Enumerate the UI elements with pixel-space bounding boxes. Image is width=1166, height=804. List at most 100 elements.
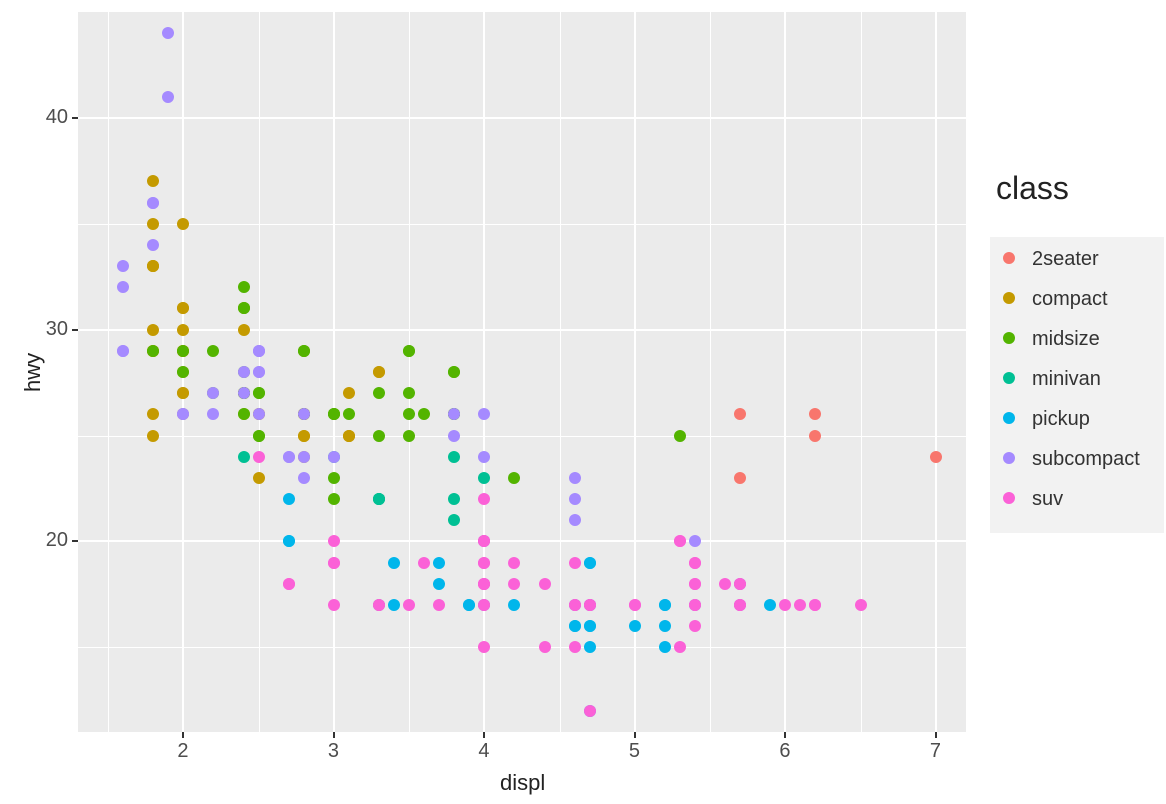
- data-point: [238, 451, 250, 463]
- data-point: [539, 578, 551, 590]
- data-point: [403, 599, 415, 611]
- data-point: [478, 451, 490, 463]
- data-point: [809, 408, 821, 420]
- x-tick-label: 6: [779, 740, 790, 763]
- grid-major-v: [784, 12, 786, 732]
- data-point: [328, 472, 340, 484]
- data-point: [147, 430, 159, 442]
- data-point: [207, 387, 219, 399]
- x-tick: [634, 732, 636, 738]
- data-point: [238, 366, 250, 378]
- data-point: [162, 91, 174, 103]
- data-point: [283, 535, 295, 547]
- data-point: [162, 27, 174, 39]
- data-point: [253, 451, 265, 463]
- data-point: [674, 641, 686, 653]
- data-point: [147, 324, 159, 336]
- data-point: [177, 324, 189, 336]
- legend-label: pickup: [1032, 408, 1090, 431]
- data-point: [418, 557, 430, 569]
- data-point: [629, 620, 641, 632]
- y-tick-label: 20: [46, 529, 68, 552]
- data-point: [584, 620, 596, 632]
- data-point: [177, 218, 189, 230]
- data-point: [779, 599, 791, 611]
- data-point: [794, 599, 806, 611]
- data-point: [403, 408, 415, 420]
- data-point: [328, 535, 340, 547]
- x-tick-label: 4: [478, 740, 489, 763]
- legend-key: [996, 365, 1022, 391]
- data-point: [373, 599, 385, 611]
- legend-key: [996, 285, 1022, 311]
- data-point: [147, 345, 159, 357]
- data-point: [569, 472, 581, 484]
- data-point: [569, 620, 581, 632]
- data-point: [403, 430, 415, 442]
- data-point: [328, 451, 340, 463]
- data-point: [373, 493, 385, 505]
- x-axis-label: displ: [500, 770, 545, 796]
- data-point: [373, 366, 385, 378]
- data-point: [584, 599, 596, 611]
- grid-minor-h: [78, 647, 966, 648]
- data-point: [809, 599, 821, 611]
- data-point: [117, 260, 129, 272]
- data-point: [539, 641, 551, 653]
- data-point: [253, 472, 265, 484]
- data-point: [734, 578, 746, 590]
- legend-key: [996, 485, 1022, 511]
- data-point: [403, 387, 415, 399]
- data-point: [809, 430, 821, 442]
- data-point: [343, 408, 355, 420]
- data-point: [508, 472, 520, 484]
- data-point: [734, 599, 746, 611]
- data-point: [298, 451, 310, 463]
- data-point: [569, 514, 581, 526]
- data-point: [253, 408, 265, 420]
- data-point: [403, 345, 415, 357]
- data-point: [328, 557, 340, 569]
- data-point: [689, 535, 701, 547]
- data-point: [373, 430, 385, 442]
- data-point: [689, 578, 701, 590]
- data-point: [689, 557, 701, 569]
- data-point: [433, 557, 445, 569]
- data-point: [388, 557, 400, 569]
- data-point: [478, 557, 490, 569]
- legend-label: midsize: [1032, 328, 1100, 351]
- data-point: [674, 535, 686, 547]
- data-point: [569, 599, 581, 611]
- data-point: [433, 599, 445, 611]
- data-point: [253, 345, 265, 357]
- data-point: [508, 578, 520, 590]
- data-point: [298, 408, 310, 420]
- data-point: [207, 345, 219, 357]
- grid-major-v: [935, 12, 937, 732]
- grid-minor-v: [409, 12, 410, 732]
- data-point: [373, 387, 385, 399]
- y-tick-label: 40: [46, 106, 68, 129]
- data-point: [689, 620, 701, 632]
- data-point: [448, 408, 460, 420]
- grid-major-h: [78, 117, 966, 119]
- data-point: [448, 366, 460, 378]
- data-point: [147, 175, 159, 187]
- grid-minor-v: [710, 12, 711, 732]
- y-tick-label: 30: [46, 318, 68, 341]
- y-tick: [72, 117, 78, 119]
- data-point: [298, 472, 310, 484]
- data-point: [478, 599, 490, 611]
- data-point: [478, 578, 490, 590]
- legend-dot-icon: [1003, 252, 1015, 264]
- data-point: [418, 408, 430, 420]
- x-tick-label: 5: [629, 740, 640, 763]
- data-point: [734, 472, 746, 484]
- data-point: [117, 281, 129, 293]
- data-point: [689, 599, 701, 611]
- legend-dot-icon: [1003, 332, 1015, 344]
- data-point: [463, 599, 475, 611]
- data-point: [298, 430, 310, 442]
- data-point: [569, 641, 581, 653]
- x-tick: [182, 732, 184, 738]
